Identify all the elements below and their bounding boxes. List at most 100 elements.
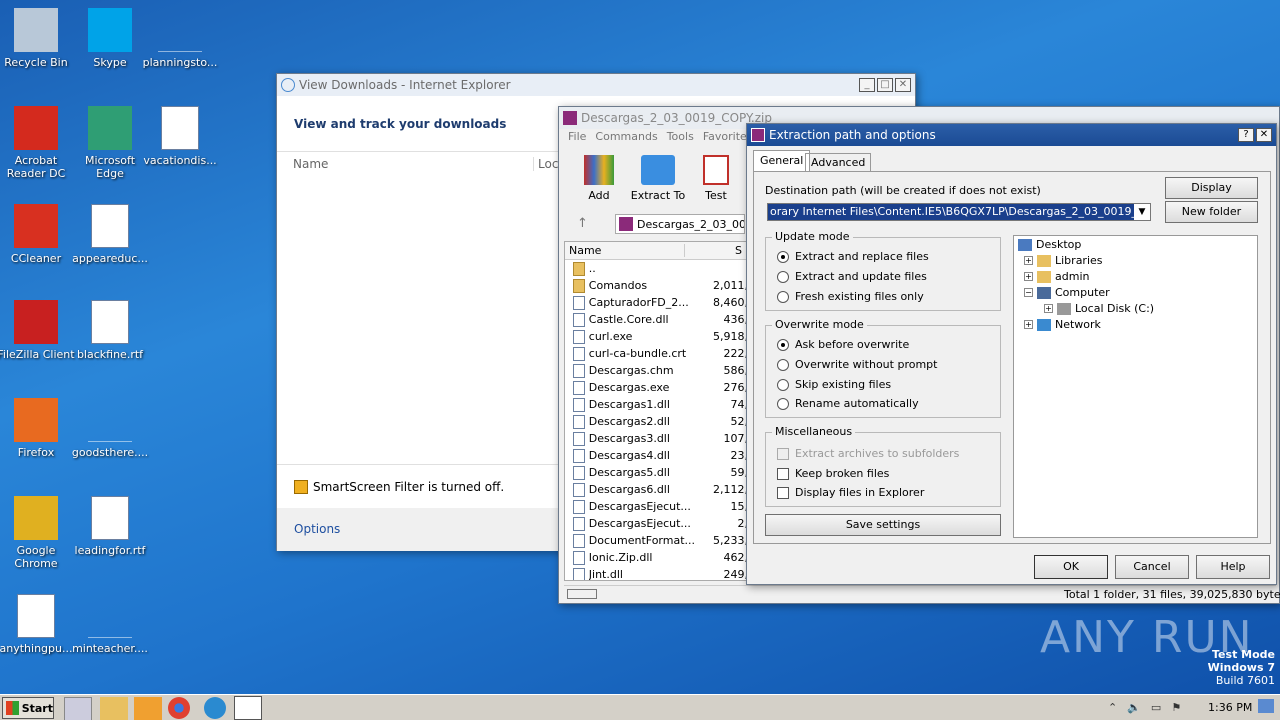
file-row[interactable]: Ionic.Zip.dll 462,3 <box>565 549 746 566</box>
file-row[interactable]: Descargas.exe 276,4 <box>565 379 746 396</box>
taskbar-chrome-icon[interactable] <box>168 697 190 719</box>
checkbox[interactable] <box>777 486 789 499</box>
expand-toggle[interactable]: + <box>1024 272 1033 281</box>
desktop-icon[interactable]: Recycle Bin <box>0 8 76 69</box>
expand-toggle[interactable]: + <box>1024 320 1033 329</box>
radio-option[interactable]: Extract and update files <box>777 270 927 283</box>
expand-toggle[interactable]: − <box>1024 288 1033 297</box>
radio-button[interactable] <box>777 397 789 410</box>
test-button[interactable]: Test <box>697 155 735 202</box>
file-row[interactable]: Descargas2.dll 52,2 <box>565 413 746 430</box>
maximize-button[interactable]: □ <box>877 78 893 92</box>
expand-toggle[interactable]: + <box>1024 256 1033 265</box>
ie-col-name[interactable]: Name <box>293 157 328 171</box>
file-row[interactable]: CapturadorFD_2... 8,460,3 <box>565 294 746 311</box>
radio-option[interactable]: Extract and replace files <box>777 250 929 263</box>
radio-button[interactable] <box>777 378 789 391</box>
file-row[interactable]: Descargas5.dll 59,9 <box>565 464 746 481</box>
menu-item[interactable]: Commands <box>595 130 657 143</box>
desktop-icon[interactable]: CCleaner <box>0 204 76 265</box>
radio-option[interactable]: Rename automatically <box>777 397 919 410</box>
radio-button[interactable] <box>777 290 789 303</box>
taskbar-winrar-icon[interactable] <box>234 696 262 720</box>
flag-icon[interactable]: ⚑ <box>1171 701 1181 714</box>
desktop-icon[interactable]: appeareduc... <box>70 204 150 265</box>
radio-button[interactable] <box>777 250 789 263</box>
dest-path-value[interactable]: orary Internet Files\Content.IE5\B6QGX7L… <box>768 204 1134 220</box>
desktop-icon[interactable]: goodsthere.... <box>70 398 150 459</box>
cancel-button[interactable]: Cancel <box>1115 555 1189 579</box>
volume-icon[interactable]: 🔈 <box>1127 701 1141 714</box>
tree-node[interactable]: Desktop <box>1018 238 1081 251</box>
save-settings-button[interactable]: Save settings <box>765 514 1001 536</box>
radio-button[interactable] <box>777 358 789 371</box>
col-size-header[interactable]: S <box>685 244 742 257</box>
close-button[interactable]: ✕ <box>895 78 911 92</box>
expand-toggle[interactable]: + <box>1044 304 1053 313</box>
menu-item[interactable]: Tools <box>667 130 694 143</box>
desktop-icon[interactable]: leadingfor.rtf <box>70 496 150 557</box>
add-button[interactable]: Add <box>579 155 619 202</box>
taskbar-edge-icon[interactable] <box>204 697 226 719</box>
dialog-close-button[interactable]: ✕ <box>1256 128 1272 142</box>
start-button[interactable]: Start <box>2 697 54 719</box>
folder-tree[interactable]: Desktop + Libraries + admin − Computer + Local D… <box>1013 235 1258 538</box>
radio-button[interactable] <box>777 338 789 351</box>
show-desktop-button[interactable] <box>1258 699 1274 713</box>
taskbar-media-icon[interactable] <box>134 697 162 720</box>
tab-general[interactable]: General <box>753 150 811 172</box>
file-row[interactable]: curl.exe 5,918,2 <box>565 328 746 345</box>
desktop-icon[interactable]: planningsto... <box>140 8 220 69</box>
desktop-icon[interactable]: Skype <box>70 8 150 69</box>
clock[interactable]: 1:36 PM <box>1208 701 1252 714</box>
tree-node[interactable]: + admin <box>1024 270 1089 283</box>
up-arrow-icon[interactable]: ↑ <box>577 216 588 231</box>
radio-option[interactable]: Ask before overwrite <box>777 338 909 351</box>
tab-advanced[interactable]: Advanced <box>805 153 872 172</box>
radio-option[interactable]: Fresh existing files only <box>777 290 924 303</box>
desktop-icon[interactable]: Acrobat Reader DC <box>0 106 76 180</box>
checkbox-option[interactable]: Display files in Explorer <box>777 486 924 499</box>
desktop-icon[interactable]: anythingpu... <box>0 594 76 655</box>
dialog-titlebar[interactable]: Extraction path and options ? ✕ <box>747 124 1276 146</box>
file-row[interactable]: Descargas.chm 586,0 <box>565 362 746 379</box>
ie-col-location[interactable]: Loc <box>533 157 558 171</box>
file-row[interactable]: Jint.dll 249,8 <box>565 566 746 580</box>
radio-button[interactable] <box>777 270 789 283</box>
help-button[interactable]: Help <box>1196 555 1270 579</box>
menu-item[interactable]: File <box>568 130 586 143</box>
ok-button[interactable]: OK <box>1034 555 1108 579</box>
file-row[interactable]: DescargasEjecut... 15,3 <box>565 498 746 515</box>
radio-option[interactable]: Skip existing files <box>777 378 891 391</box>
tree-node[interactable]: + Local Disk (C:) <box>1044 302 1154 315</box>
chevron-down-icon[interactable]: ▼ <box>1134 204 1150 220</box>
checkbox-option[interactable]: Keep broken files <box>777 467 889 480</box>
checkbox[interactable] <box>777 467 789 480</box>
tray-icons[interactable]: ⌃ 🔈 ▭ ⚑ <box>1108 701 1181 714</box>
tray-expand-icon[interactable]: ⌃ <box>1108 701 1117 714</box>
extraction-dialog[interactable]: Extraction path and options ? ✕ General … <box>746 123 1277 585</box>
desktop-icon[interactable]: Firefox <box>0 398 76 459</box>
minimize-button[interactable]: _ <box>859 78 875 92</box>
taskbar-explorer-icon[interactable] <box>100 697 128 720</box>
file-row[interactable]: DescargasEjecut... 2,6 <box>565 515 746 532</box>
file-row[interactable]: curl-ca-bundle.crt 222,4 <box>565 345 746 362</box>
file-row[interactable]: Castle.Core.dll 436,2 <box>565 311 746 328</box>
radio-option[interactable]: Overwrite without prompt <box>777 358 937 371</box>
taskbar-ie-icon[interactable] <box>64 697 92 720</box>
extract-to-button[interactable]: Extract To <box>629 155 687 202</box>
desktop-icon[interactable]: FileZilla Client <box>0 300 76 361</box>
tree-node[interactable]: − Computer <box>1024 286 1110 299</box>
desktop-icon[interactable]: blackfine.rtf <box>70 300 150 361</box>
tree-node[interactable]: + Network <box>1024 318 1101 331</box>
desktop-icon[interactable]: vacationdis... <box>140 106 220 167</box>
ie-titlebar[interactable]: View Downloads - Internet Explorer _ □ ✕ <box>277 74 915 96</box>
desktop-icon[interactable]: Google Chrome <box>0 496 76 570</box>
help-question-button[interactable]: ? <box>1238 128 1254 142</box>
display-button[interactable]: Display <box>1165 177 1258 199</box>
network-icon[interactable]: ▭ <box>1151 701 1161 714</box>
file-row[interactable]: Descargas6.dll 2,112,0 <box>565 481 746 498</box>
file-list[interactable]: Name S .. Comandos 2,011,6 CapturadorFD_2..… <box>564 241 747 581</box>
path-box[interactable]: Descargas_2_03_0019 <box>615 214 745 234</box>
file-row[interactable]: Descargas3.dll 107,5 <box>565 430 746 447</box>
